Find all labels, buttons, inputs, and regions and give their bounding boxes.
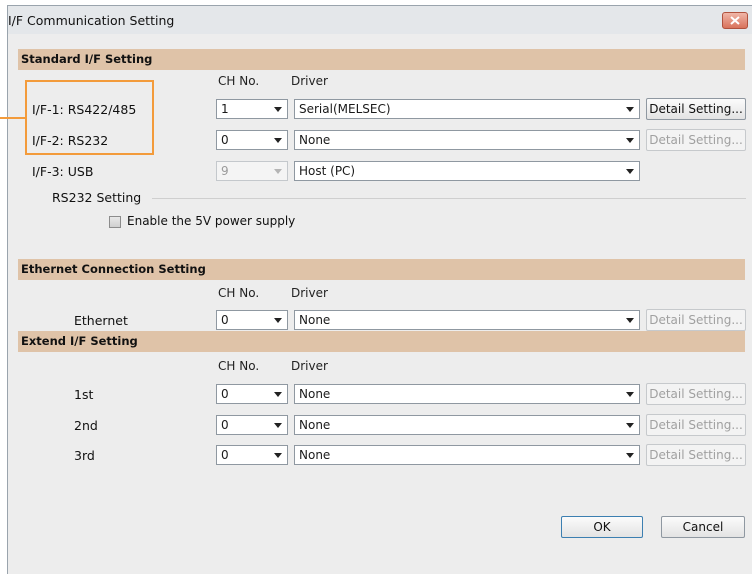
enable-5v-checkbox[interactable] (109, 216, 121, 228)
chevron-down-icon (274, 453, 282, 458)
if2-driver-select[interactable]: None (294, 130, 640, 150)
close-button[interactable] (722, 12, 748, 29)
ethernet-ch-value: 0 (221, 313, 229, 327)
close-icon (730, 16, 740, 25)
standard-ch-no-header: CH No. (218, 74, 260, 88)
extend-2nd-label: 2nd (74, 418, 98, 433)
if1-ch-value: 1 (221, 102, 229, 116)
chevron-down-icon (274, 423, 282, 428)
title-bar: I/F Communication Setting (8, 6, 752, 34)
group-divider (152, 198, 746, 199)
extend-1st-ch-value: 0 (221, 387, 229, 401)
if3-label: I/F-3: USB (32, 164, 94, 179)
chevron-down-icon (626, 169, 634, 174)
if3-driver-select[interactable]: Host (PC) (294, 161, 640, 181)
ethernet-ch-no-header: CH No. (218, 286, 260, 300)
extend-2nd-ch-select[interactable]: 0 (216, 415, 288, 435)
annotation-callout-line (0, 117, 25, 119)
chevron-down-icon (626, 107, 634, 112)
cancel-button[interactable]: Cancel (661, 516, 745, 538)
chevron-down-icon (274, 107, 282, 112)
ethernet-driver-select[interactable]: None (294, 310, 640, 330)
extend-2nd-detail-setting-button[interactable]: Detail Setting... (646, 414, 746, 436)
annotation-highlight-box (25, 80, 154, 155)
extend-3rd-detail-setting-button[interactable]: Detail Setting... (646, 444, 746, 466)
if3-driver-value: Host (PC) (299, 164, 356, 178)
chevron-down-icon (274, 392, 282, 397)
extend-3rd-driver-value: None (299, 448, 331, 462)
extend-3rd-label: 3rd (74, 448, 95, 463)
if1-ch-select[interactable]: 1 (216, 99, 288, 119)
if2-detail-setting-button[interactable]: Detail Setting... (646, 129, 746, 151)
chevron-down-icon (626, 392, 634, 397)
if2-ch-select[interactable]: 0 (216, 130, 288, 150)
if2-ch-value: 0 (221, 133, 229, 147)
chevron-down-icon (274, 169, 282, 174)
extend-3rd-driver-select[interactable]: None (294, 445, 640, 465)
ethernet-ch-select[interactable]: 0 (216, 310, 288, 330)
window-title: I/F Communication Setting (8, 13, 175, 28)
extend-1st-driver-select[interactable]: None (294, 384, 640, 404)
if1-driver-value: Serial(MELSEC) (299, 102, 391, 116)
extend-3rd-ch-select[interactable]: 0 (216, 445, 288, 465)
extend-2nd-ch-value: 0 (221, 418, 229, 432)
standard-driver-header: Driver (291, 74, 328, 88)
rs232-setting-group-label: RS232 Setting (52, 190, 142, 205)
ethernet-driver-value: None (299, 313, 331, 327)
if2-driver-value: None (299, 133, 331, 147)
extend-2nd-driver-select[interactable]: None (294, 415, 640, 435)
extend-3rd-ch-value: 0 (221, 448, 229, 462)
ethernet-label: Ethernet (74, 313, 128, 328)
extend-ch-no-header: CH No. (218, 359, 260, 373)
ethernet-section-header: Ethernet Connection Setting (18, 259, 745, 280)
chevron-down-icon (626, 453, 634, 458)
standard-section-header: Standard I/F Setting (18, 49, 745, 70)
if3-ch-value: 9 (221, 164, 229, 178)
enable-5v-label: Enable the 5V power supply (127, 214, 296, 228)
extend-driver-header: Driver (291, 359, 328, 373)
extend-1st-label: 1st (74, 387, 94, 402)
chevron-down-icon (626, 318, 634, 323)
extend-1st-driver-value: None (299, 387, 331, 401)
chevron-down-icon (626, 138, 634, 143)
if1-driver-select[interactable]: Serial(MELSEC) (294, 99, 640, 119)
chevron-down-icon (274, 318, 282, 323)
extend-2nd-driver-value: None (299, 418, 331, 432)
extend-1st-detail-setting-button[interactable]: Detail Setting... (646, 383, 746, 405)
ethernet-detail-setting-button[interactable]: Detail Setting... (646, 309, 746, 331)
ok-button[interactable]: OK (561, 516, 643, 538)
chevron-down-icon (626, 423, 634, 428)
ethernet-driver-header: Driver (291, 286, 328, 300)
chevron-down-icon (274, 138, 282, 143)
if1-detail-setting-button[interactable]: Detail Setting... (646, 98, 746, 120)
extend-section-header: Extend I/F Setting (18, 331, 745, 352)
if3-ch-select[interactable]: 9 (216, 161, 288, 181)
extend-1st-ch-select[interactable]: 0 (216, 384, 288, 404)
